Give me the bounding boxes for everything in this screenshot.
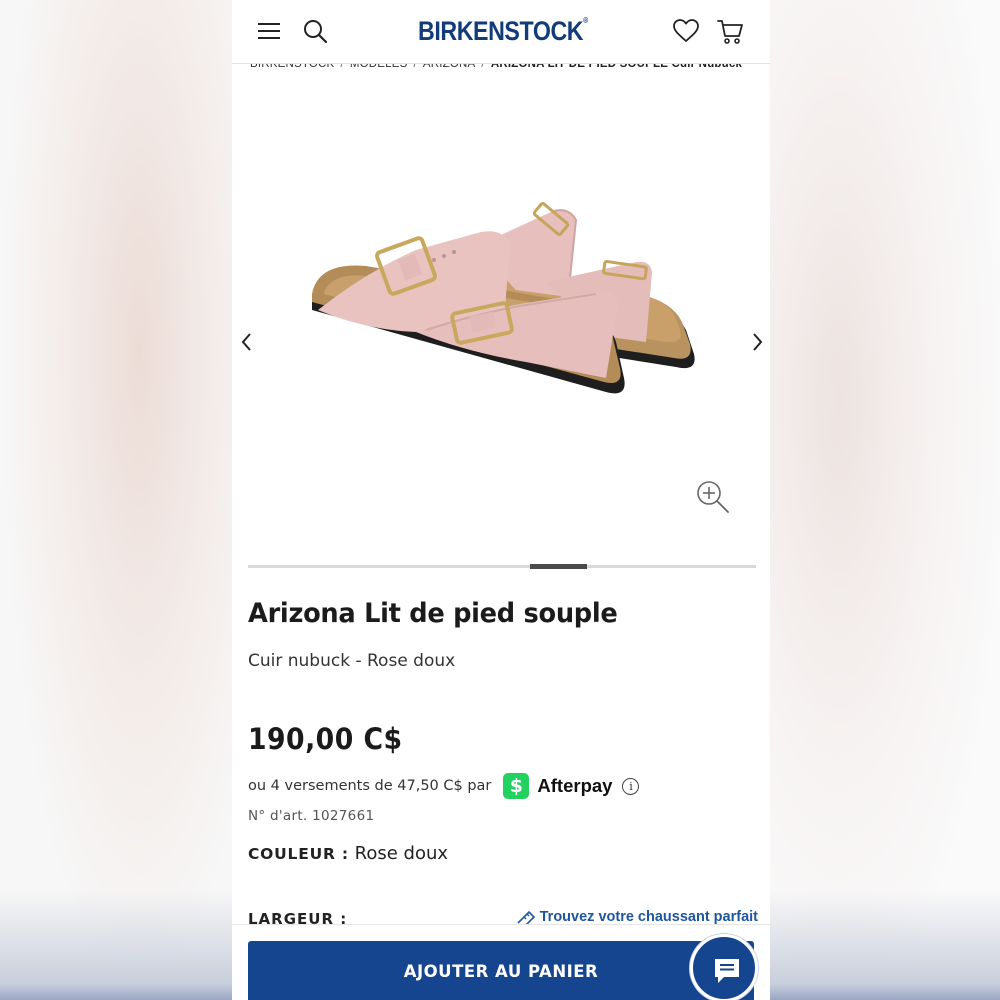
product-gallery[interactable] (232, 72, 770, 572)
afterpay-installments: ou 4 versements de 47,50 C$ par $ Afterp… (248, 773, 640, 799)
chevron-left-icon[interactable] (238, 330, 256, 354)
info-icon[interactable]: i (622, 777, 640, 795)
background-blur-right (770, 0, 1000, 1000)
width-selection: LARGEUR : Trouvez votre chaussant parfai… (248, 908, 758, 924)
hamburger-menu-icon[interactable] (258, 22, 280, 40)
cart-icon[interactable] (716, 17, 744, 45)
foot-measure-icon (517, 910, 535, 924)
afterpay-logo-icon: $ (503, 773, 530, 799)
sticky-cart-bar: AJOUTER AU PANIER (232, 924, 770, 1000)
chat-button[interactable] (690, 934, 758, 1000)
color-value: Rose doux (354, 843, 449, 864)
chat-bubble-icon (715, 959, 739, 983)
afterpay-name: Afterpay (537, 775, 613, 796)
product-title: Arizona Lit de pied souple (248, 598, 618, 629)
chevron-right-icon[interactable] (748, 330, 766, 354)
heart-icon[interactable] (672, 18, 700, 44)
zoom-in-icon[interactable] (694, 478, 732, 516)
background-blur-left (0, 0, 232, 1000)
site-header: BIRKENSTOCK® (232, 0, 770, 64)
product-material-color: Cuir nubuck - Rose doux (248, 651, 456, 671)
brand-logo[interactable]: BIRKENSTOCK® (418, 16, 588, 50)
search-icon[interactable] (302, 18, 328, 44)
color-label: COULEUR : (248, 845, 349, 863)
mobile-product-page: BIRKENSTOCK® BIRKENSTOCK / MODÈLES / ARIZONA… (232, 0, 770, 1000)
product-price: 190,00 C$ (248, 722, 403, 756)
find-fit-link[interactable]: Trouvez votre chaussant parfait (515, 909, 758, 924)
installments-text: ou 4 versements de 47,50 C$ par (248, 778, 492, 794)
find-fit-text: Trouvez votre chaussant parfait (539, 909, 758, 924)
product-image (312, 202, 695, 394)
color-selection: COULEUR : Rose doux (248, 843, 448, 864)
width-label: LARGEUR : (248, 910, 348, 924)
gallery-progress-track (248, 565, 756, 568)
gallery-progress-indicator (530, 564, 587, 569)
article-number: N° d'art. 1027661 (248, 808, 375, 824)
add-to-cart-button[interactable]: AJOUTER AU PANIER (248, 941, 754, 1000)
